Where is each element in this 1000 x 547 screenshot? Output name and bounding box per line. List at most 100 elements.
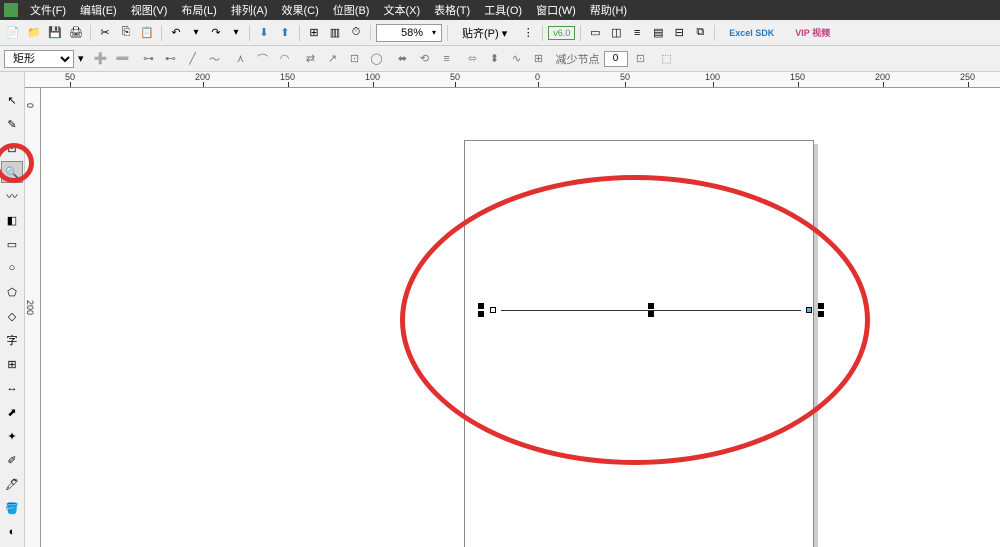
reflect-h-button[interactable]: ⬄ (464, 50, 482, 68)
cut-button[interactable]: ✂ (96, 24, 114, 42)
effects-tool[interactable]: ✦ (1, 425, 23, 447)
extra-btn-2[interactable]: ◫ (607, 24, 625, 42)
symmetric-button[interactable]: ◠ (276, 50, 294, 68)
extra-btn-1[interactable]: ▭ (586, 24, 604, 42)
extend-button[interactable]: ↗ (324, 50, 342, 68)
fill-tool[interactable]: 🪣 (1, 497, 23, 519)
menu-table[interactable]: 表格(T) (428, 0, 476, 20)
node-end[interactable] (806, 307, 812, 313)
dimension-tool[interactable]: ↔ (1, 377, 23, 399)
new-button[interactable]: 📄 (4, 24, 22, 42)
extra-btn-5[interactable]: ⊟ (670, 24, 688, 42)
selection-handle-left[interactable] (478, 303, 484, 317)
selection-handle-middle[interactable] (648, 303, 654, 317)
canvas[interactable] (41, 88, 1000, 547)
print-button[interactable]: 🖨 (67, 24, 85, 42)
options-button[interactable]: ⏱ (347, 24, 365, 42)
bucket-icon: 🪣 (5, 502, 19, 515)
menu-view[interactable]: 视图(V) (125, 0, 174, 20)
zoom-input[interactable] (377, 27, 427, 39)
reduce-nodes-input[interactable] (604, 51, 628, 67)
snap-options-button[interactable]: ⋮ (519, 24, 537, 42)
freehand-tool[interactable]: 〰 (1, 185, 23, 207)
menu-help[interactable]: 帮助(H) (584, 0, 633, 20)
rotate-button[interactable]: ⟲ (416, 50, 434, 68)
paste-button[interactable]: 📋 (138, 24, 156, 42)
copy-button[interactable]: ⎘ (117, 24, 135, 42)
extra-btn-4[interactable]: ▤ (649, 24, 667, 42)
selection-handle-right[interactable] (818, 303, 824, 317)
import-button[interactable]: ⬇ (255, 24, 273, 42)
welcome-button[interactable]: ▥ (326, 24, 344, 42)
elastic-button[interactable]: ∿ (508, 50, 526, 68)
undo-dropdown-icon[interactable]: ▾ (188, 25, 204, 41)
cusp-button[interactable]: ⋏ (232, 50, 250, 68)
ruler-tick: 100 (365, 72, 380, 82)
shape-select[interactable]: 矩形 (4, 50, 74, 68)
page-icon: ▥ (330, 26, 340, 39)
zoom-dropdown-icon[interactable]: ▾ (427, 25, 441, 41)
reduce-nodes-apply-button[interactable]: ⊡ (632, 50, 650, 68)
app-launcher-button[interactable]: ⊞ (305, 24, 323, 42)
interactive-fill-tool[interactable]: ◐ (1, 521, 23, 543)
extra-btn-6[interactable]: ⧉ (691, 24, 709, 42)
redo-dropdown-icon[interactable]: ▾ (228, 25, 244, 41)
open-button[interactable]: 📁 (25, 24, 43, 42)
polygon-tool[interactable]: ⬠ (1, 281, 23, 303)
shape-tool[interactable]: ✎ (1, 113, 23, 135)
selected-line-object[interactable] (486, 306, 816, 316)
text-tool[interactable]: 字 (1, 329, 23, 351)
menu-tools[interactable]: 工具(O) (478, 0, 528, 20)
undo-button[interactable]: ↶ (167, 24, 185, 42)
table-icon: ⊞ (7, 358, 16, 371)
menu-text[interactable]: 文本(X) (377, 0, 426, 20)
node-join-button[interactable]: ⊶ (140, 50, 158, 68)
extra-btn-3[interactable]: ≡ (628, 24, 646, 42)
shape-dropdown-icon[interactable]: ▾ (78, 52, 84, 65)
vip-button[interactable]: VIP 视频 (786, 23, 839, 42)
snap-button[interactable]: 贴齐(P) ▾ (453, 22, 516, 44)
select-all-button[interactable]: ⊞ (530, 50, 548, 68)
smooth-button[interactable]: ⌒ (254, 50, 272, 68)
align-nodes-button[interactable]: ≡ (438, 50, 456, 68)
menu-file[interactable]: 文件(F) (24, 0, 72, 20)
pick-tool[interactable]: ↖ (1, 89, 23, 111)
to-line-button[interactable]: ╱ (184, 50, 202, 68)
menu-window[interactable]: 窗口(W) (530, 0, 582, 20)
node-start[interactable] (490, 307, 496, 313)
outline-tool[interactable]: 🖊 (1, 473, 23, 495)
export-button[interactable]: ⬆ (276, 24, 294, 42)
node-add-button[interactable]: ➕ (92, 50, 110, 68)
node-break-button[interactable]: ⊷ (162, 50, 180, 68)
basic-shapes-tool[interactable]: ◇ (1, 305, 23, 327)
stretch-button[interactable]: ⬌ (394, 50, 412, 68)
ellipse-tool[interactable]: ○ (1, 257, 23, 279)
zoom-combo[interactable]: ▾ (376, 24, 442, 42)
crop-tool[interactable]: ⊡ (1, 137, 23, 159)
reverse-button[interactable]: ⇄ (302, 50, 320, 68)
redo-button[interactable]: ↷ (207, 24, 225, 42)
save-button[interactable]: 💾 (46, 24, 64, 42)
close-curve-button[interactable]: ◯ (368, 50, 386, 68)
menu-edit[interactable]: 编辑(E) (74, 0, 123, 20)
cut-icon: ✂ (100, 26, 109, 39)
menu-arrange[interactable]: 排列(A) (225, 0, 274, 20)
page (464, 140, 814, 547)
eyedropper-tool[interactable]: ✐ (1, 449, 23, 471)
rectangle-tool[interactable]: ▭ (1, 233, 23, 255)
dimension-icon: ↔ (7, 382, 18, 394)
menu-layout[interactable]: 布局(L) (175, 0, 222, 20)
polygon-icon: ⬠ (7, 286, 17, 299)
menu-effects[interactable]: 效果(C) (276, 0, 325, 20)
menu-bitmap[interactable]: 位图(B) (327, 0, 376, 20)
reflect-v-button[interactable]: ⬍ (486, 50, 504, 68)
extract-button[interactable]: ⊡ (346, 50, 364, 68)
table-tool[interactable]: ⊞ (1, 353, 23, 375)
excel-sdk-button[interactable]: Excel SDK (720, 25, 783, 41)
to-curve-button[interactable]: 〜 (206, 50, 224, 68)
node-delete-button[interactable]: ➖ (114, 50, 132, 68)
connector-tool[interactable]: ⬈ (1, 401, 23, 423)
smart-fill-tool[interactable]: ◧ (1, 209, 23, 231)
zoom-tool[interactable]: 🔍 (1, 161, 23, 183)
bounding-box-button[interactable]: ⬚ (658, 50, 676, 68)
